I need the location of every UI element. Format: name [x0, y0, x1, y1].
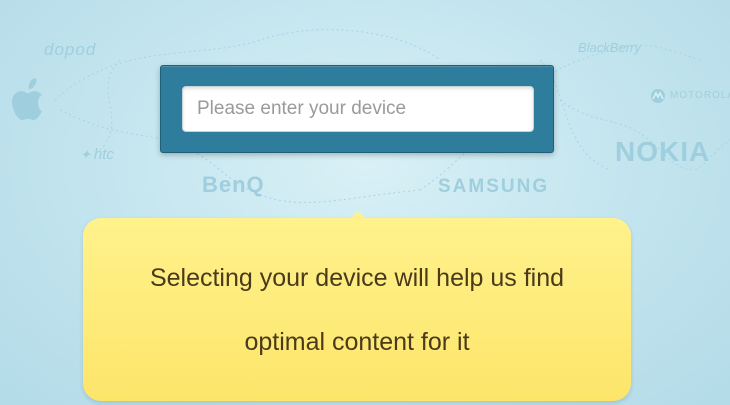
- htc-mark-icon: ✦: [80, 147, 91, 162]
- device-search-input[interactable]: [182, 86, 534, 132]
- htc-logo: ✦ htc: [80, 146, 114, 163]
- tooltip-text-line-1: Selecting your device will help us find: [149, 264, 565, 292]
- device-search-panel: [160, 65, 554, 153]
- motorola-logo: MOTOROLA: [670, 90, 730, 101]
- apple-logo-icon: [12, 78, 42, 120]
- motorola-mark-icon: [651, 89, 665, 103]
- htc-logo-text: htc: [93, 146, 114, 163]
- tooltip-text-line-2: optimal content for it: [244, 328, 470, 356]
- device-help-tooltip: Selecting your device will help us find …: [83, 218, 631, 401]
- nokia-logo: NOKIA: [615, 136, 711, 167]
- blackberry-logo: BlackBerry: [578, 40, 641, 55]
- dopod-logo: dopod: [44, 40, 97, 59]
- samsung-logo: SAMSUNG: [438, 176, 550, 197]
- curve-5: [99, 59, 121, 151]
- benq-logo: BenQ: [202, 172, 265, 197]
